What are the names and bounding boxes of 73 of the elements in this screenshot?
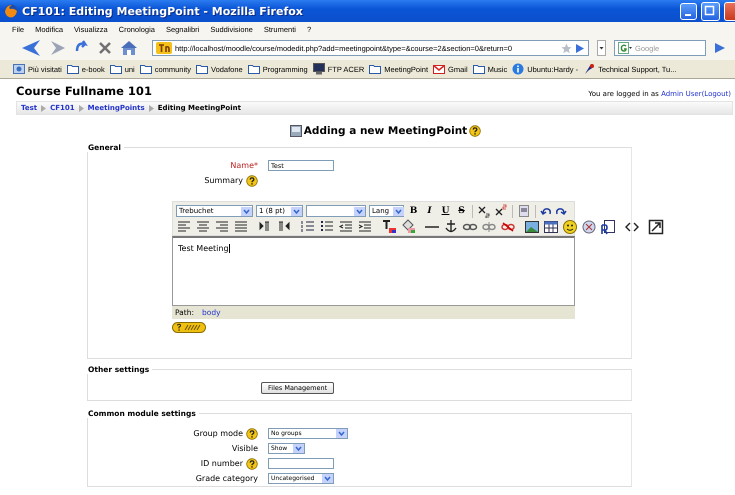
- dropdown-arrow-icon: [393, 206, 404, 216]
- breadcrumb-arrow-icon: [41, 104, 46, 112]
- format-button[interactable]: S: [455, 206, 468, 216]
- undo-icon[interactable]: [540, 205, 552, 217]
- page-heading: Adding a new MeetingPoint: [304, 125, 468, 137]
- format-button[interactable]: U: [439, 206, 452, 216]
- redo-icon[interactable]: [555, 205, 567, 217]
- dropdown-arrow-icon: [241, 206, 252, 216]
- breadcrumb-arrow-icon: [148, 104, 154, 112]
- folder-icon: [140, 63, 152, 75]
- mail-icon: [433, 63, 446, 75]
- folder-icon: [369, 63, 382, 75]
- editor-text-area[interactable]: Test Meeting: [172, 236, 575, 306]
- field-label: Summary: [204, 176, 243, 185]
- superscript-icon[interactable]: [494, 204, 508, 218]
- fullscreen-icon[interactable]: [648, 219, 664, 235]
- format-button[interactable]: I: [423, 206, 436, 216]
- back-arrow-icon[interactable]: [20, 39, 42, 57]
- monitor-icon: [312, 63, 325, 75]
- star-icon[interactable]: [561, 42, 572, 54]
- close-button[interactable]: [724, 2, 735, 20]
- help-badge-icon[interactable]: [172, 322, 206, 333]
- globe-page-icon: [13, 63, 25, 75]
- minimize-button[interactable]: [680, 2, 697, 20]
- format-button[interactable]: B: [407, 206, 420, 216]
- subscript-icon[interactable]: [477, 204, 491, 218]
- maximize-button[interactable]: [701, 2, 720, 20]
- field-label: Name: [230, 161, 254, 170]
- help-icon[interactable]: [469, 125, 482, 137]
- smiley-icon[interactable]: [562, 219, 578, 235]
- highlight-color-icon[interactable]: [400, 219, 416, 235]
- dropdown-arrow-icon: [354, 206, 365, 216]
- field-label: Grade category: [196, 474, 258, 483]
- dropdown-arrow-icon: [293, 444, 304, 453]
- help-icon[interactable]: [246, 174, 258, 186]
- required-mark: *: [254, 161, 258, 170]
- window-title: CF101: Editing MeetingPoint - Mozilla Firefox: [22, 4, 304, 18]
- dropdown-arrow-icon: [291, 206, 302, 216]
- image-icon[interactable]: [524, 219, 540, 235]
- field-label: ID number: [200, 459, 243, 468]
- id-number-field[interactable]: [268, 458, 334, 469]
- anchor-icon[interactable]: [443, 219, 459, 235]
- pushpin-icon: [583, 63, 596, 75]
- course-title: Course Fullname 101: [16, 84, 152, 98]
- folder-icon: [66, 63, 79, 75]
- home-icon[interactable]: [120, 40, 138, 56]
- help-icon[interactable]: [246, 458, 258, 470]
- site-logo-icon: [156, 42, 172, 54]
- search-arrow-icon[interactable]: [714, 42, 726, 54]
- breadcrumb-arrow-icon: [78, 104, 84, 112]
- firefox-logo-icon: [4, 4, 18, 18]
- folder-icon: [196, 63, 208, 75]
- info-icon: [512, 63, 524, 75]
- editor-text: Test Meeting: [178, 244, 230, 253]
- table-icon[interactable]: [543, 219, 559, 235]
- dropdown-arrow-icon: [336, 429, 347, 438]
- search-replace-icon[interactable]: [600, 219, 616, 235]
- stop-icon[interactable]: [98, 41, 112, 55]
- dropdown-field[interactable]: [306, 205, 366, 217]
- special-chars-icon[interactable]: [581, 219, 597, 235]
- search-engine-icon[interactable]: [618, 42, 632, 54]
- folder-icon: [472, 63, 485, 75]
- folder-icon: [248, 63, 260, 75]
- help-icon[interactable]: [246, 428, 258, 440]
- field-label: Visible: [232, 444, 258, 453]
- field-label: Group mode: [193, 429, 243, 438]
- module-icon: [290, 125, 302, 137]
- go-arrow-icon[interactable]: [575, 42, 585, 54]
- dropdown-arrow-icon: [322, 474, 334, 483]
- folder-icon: [110, 63, 122, 75]
- numbered-list-icon[interactable]: [300, 219, 316, 235]
- text-color-icon[interactable]: [381, 219, 397, 235]
- minimize-icon: [685, 14, 691, 16]
